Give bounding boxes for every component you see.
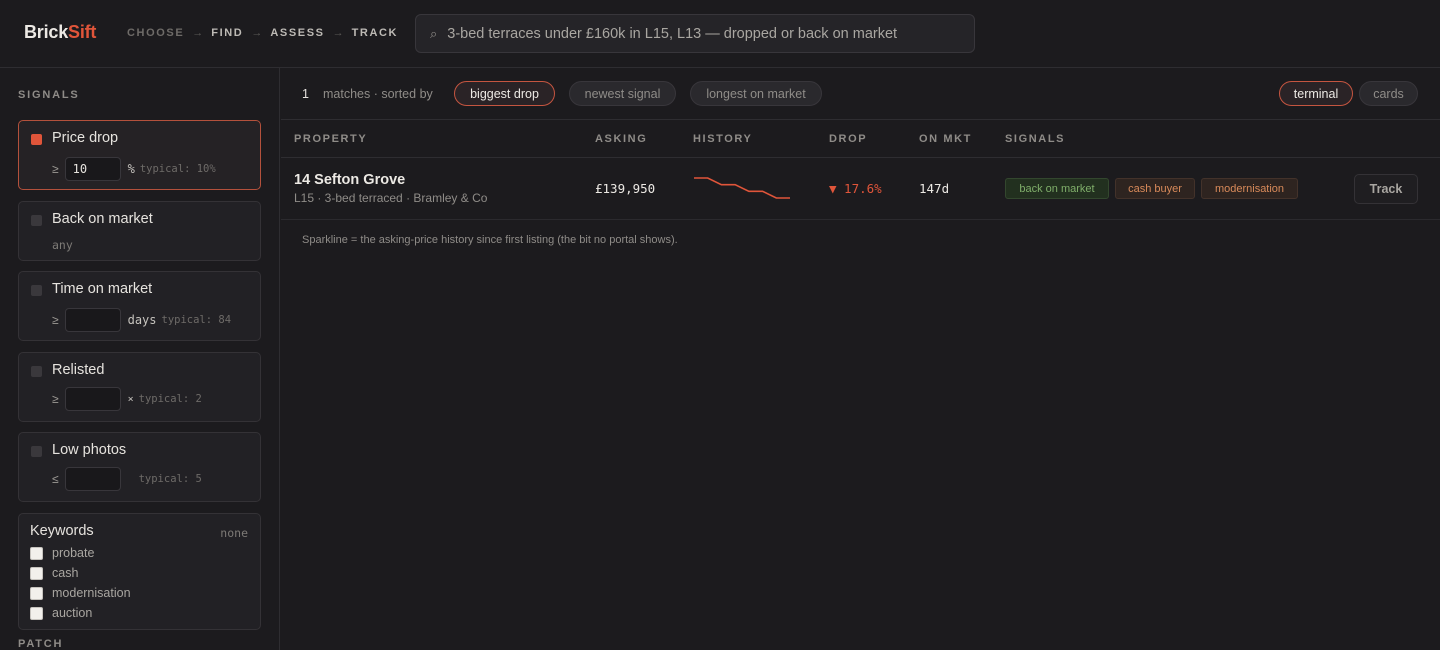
view-cards[interactable]: cards bbox=[1359, 81, 1418, 106]
table-row[interactable]: 14 Sefton Grove L15 · 3-bed terraced · B… bbox=[281, 158, 1440, 220]
logo[interactable]: BrickSift bbox=[24, 22, 96, 43]
checkbox[interactable] bbox=[30, 606, 43, 620]
operator: ≤ bbox=[52, 472, 59, 486]
table-header: PROPERTY ASKING HISTORY DROP ON MKT SIGN… bbox=[281, 120, 1440, 158]
asking-price: £139,950 bbox=[595, 181, 656, 196]
relisted-input[interactable] bbox=[64, 387, 121, 411]
search-icon: ⌕ bbox=[430, 25, 438, 41]
signal-name: Low photos bbox=[52, 442, 127, 458]
logo-brick: Brick bbox=[24, 22, 69, 42]
col-on-market[interactable]: ON MKT bbox=[919, 133, 972, 145]
keyword-auction[interactable]: auction bbox=[30, 606, 92, 620]
signal-name: Price drop bbox=[52, 130, 119, 146]
signals-title: SIGNALS bbox=[18, 89, 80, 101]
unit: × bbox=[127, 393, 134, 405]
property-address[interactable]: 14 Sefton Grove bbox=[294, 172, 405, 188]
operator: ≥ bbox=[52, 162, 59, 176]
signals-sidebar: SIGNALS Price drop ≥ 10 % typical: 10% B… bbox=[0, 68, 280, 650]
col-signals[interactable]: SIGNALS bbox=[1005, 133, 1065, 145]
typical-hint: typical: 84 bbox=[161, 314, 232, 326]
step-assess[interactable]: ASSESS bbox=[270, 27, 324, 39]
price-history-sparkline bbox=[694, 177, 790, 199]
typical-hint: typical: 2 bbox=[138, 393, 202, 405]
unit: days bbox=[127, 313, 157, 327]
search-bar[interactable]: ⌕ bbox=[415, 14, 975, 53]
keywords-status: none bbox=[220, 526, 248, 540]
arrow-right-icon: → bbox=[332, 27, 344, 39]
signal-threshold: ≥ 10 % typical: 10% bbox=[52, 157, 216, 181]
relisted-checkbox[interactable] bbox=[31, 366, 42, 377]
time-on-market-input[interactable] bbox=[64, 308, 121, 332]
search-input[interactable] bbox=[447, 25, 948, 42]
signal-tag-back-on-market: back on market bbox=[1005, 178, 1109, 199]
step-choose[interactable]: CHOOSE bbox=[127, 27, 184, 39]
sparkline-note: Sparkline = the asking-price history sin… bbox=[302, 234, 678, 246]
price-drop-input[interactable]: 10 bbox=[64, 157, 121, 181]
keywords-title: Keywords bbox=[30, 523, 94, 539]
signal-threshold: ≥ days typical: 84 bbox=[52, 308, 231, 332]
signal-value: any bbox=[52, 238, 73, 252]
col-history[interactable]: HISTORY bbox=[693, 133, 753, 145]
sort-newest-signal[interactable]: newest signal bbox=[569, 81, 676, 106]
sort-biggest-drop[interactable]: biggest drop bbox=[454, 81, 555, 106]
signal-tag-modernisation: modernisation bbox=[1201, 178, 1298, 199]
checkbox[interactable] bbox=[30, 546, 43, 560]
checkbox[interactable] bbox=[30, 586, 43, 600]
price-drop-checkbox[interactable] bbox=[31, 134, 42, 145]
match-count: 1 bbox=[302, 87, 309, 101]
col-drop[interactable]: DROP bbox=[829, 133, 867, 145]
step-track[interactable]: TRACK bbox=[352, 27, 399, 39]
view-terminal[interactable]: terminal bbox=[1279, 81, 1353, 106]
logo-sift: Sift bbox=[68, 22, 97, 42]
unit: % bbox=[127, 162, 135, 176]
price-drop-value: ▼ 17.6% bbox=[829, 181, 882, 196]
signal-tag-cash-buyer: cash buyer bbox=[1115, 178, 1195, 199]
signal-threshold: ≤ typical: 5 bbox=[52, 467, 202, 491]
typical-hint: typical: 10% bbox=[139, 163, 216, 175]
days-on-market: 147d bbox=[919, 181, 950, 196]
checkbox[interactable] bbox=[30, 566, 43, 580]
results-toolbar: 1 matches · sorted by biggest drop newes… bbox=[281, 68, 1440, 120]
signal-threshold: ≥ × typical: 2 bbox=[52, 387, 202, 411]
back-on-market-checkbox[interactable] bbox=[31, 215, 42, 226]
arrow-right-icon: → bbox=[251, 27, 263, 39]
patch-title: PATCH bbox=[18, 638, 64, 650]
sort-longest-on-market[interactable]: longest on market bbox=[690, 81, 822, 106]
results-panel: 1 matches · sorted by biggest drop newes… bbox=[281, 68, 1440, 650]
keyword-modernisation[interactable]: modernisation bbox=[30, 586, 131, 600]
col-property[interactable]: PROPERTY bbox=[294, 133, 367, 145]
track-button[interactable]: Track bbox=[1354, 174, 1418, 204]
sort-label: matches · sorted by bbox=[323, 87, 433, 101]
col-asking[interactable]: ASKING bbox=[595, 133, 647, 145]
keywords-panel: Keywords none probate cash modernisation… bbox=[18, 513, 261, 630]
property-meta: L15 · 3-bed terraced · Bramley & Co bbox=[294, 191, 488, 205]
workflow-steps: CHOOSE → FIND → ASSESS → TRACK bbox=[127, 27, 398, 39]
signal-name: Back on market bbox=[52, 211, 153, 227]
signal-time-on-market[interactable]: Time on market ≥ days typical: 84 bbox=[18, 271, 261, 341]
operator: ≥ bbox=[52, 392, 59, 406]
operator: ≥ bbox=[52, 313, 59, 327]
keyword-cash[interactable]: cash bbox=[30, 566, 78, 580]
time-on-market-checkbox[interactable] bbox=[31, 285, 42, 296]
low-photos-checkbox[interactable] bbox=[31, 446, 42, 457]
keyword-probate[interactable]: probate bbox=[30, 546, 94, 560]
app-header: BrickSift CHOOSE → FIND → ASSESS → TRACK… bbox=[0, 0, 1440, 68]
signal-low-photos[interactable]: Low photos ≤ typical: 5 bbox=[18, 432, 261, 502]
sparkline-path bbox=[694, 177, 790, 199]
typical-hint: typical: 5 bbox=[138, 473, 202, 485]
step-find[interactable]: FIND bbox=[211, 27, 243, 39]
signal-name: Relisted bbox=[52, 362, 105, 378]
signal-name: Time on market bbox=[52, 281, 153, 297]
signal-price-drop[interactable]: Price drop ≥ 10 % typical: 10% bbox=[18, 120, 261, 190]
signal-back-on-market[interactable]: Back on market any bbox=[18, 201, 261, 261]
arrow-right-icon: → bbox=[192, 27, 204, 39]
low-photos-input[interactable] bbox=[64, 467, 121, 491]
signal-relisted[interactable]: Relisted ≥ × typical: 2 bbox=[18, 352, 261, 422]
